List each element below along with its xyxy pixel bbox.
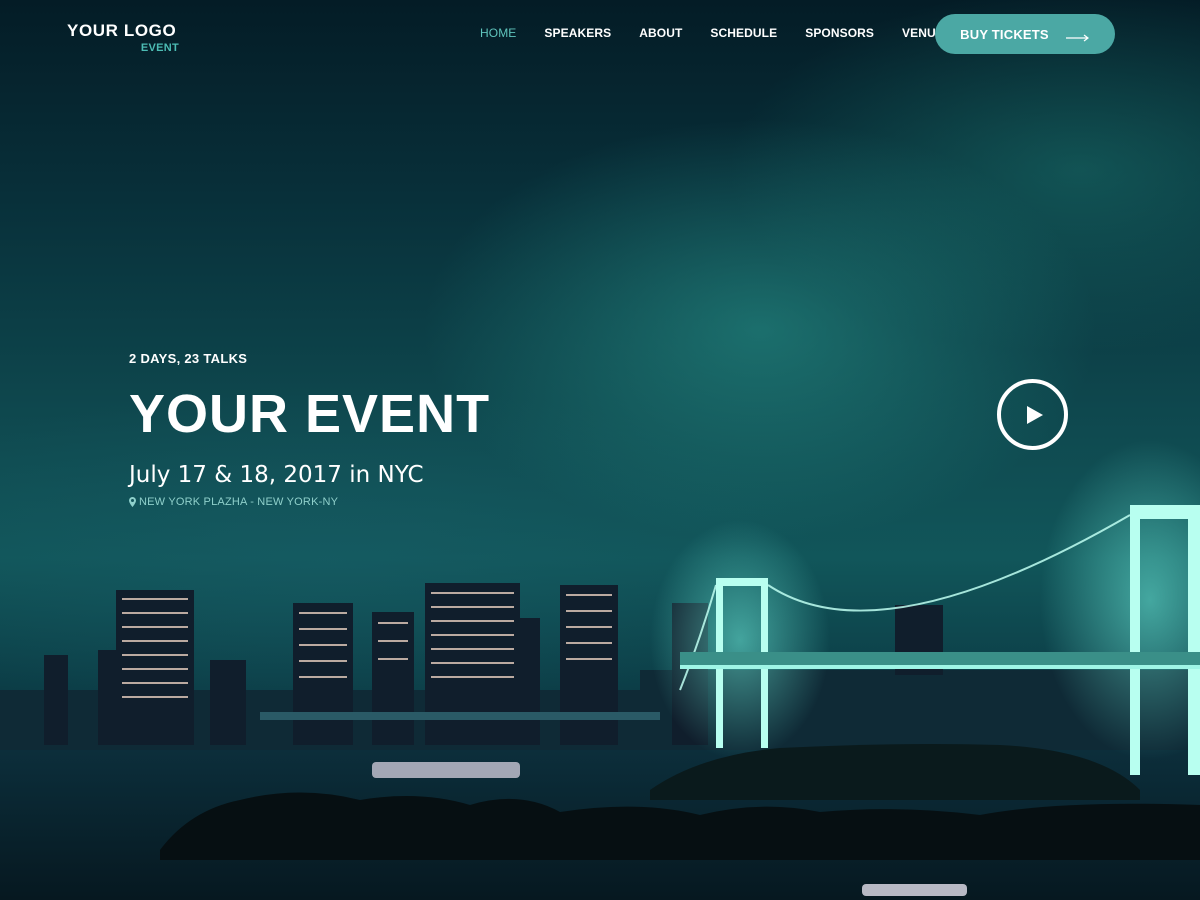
hero-venue-label: NEW YORK PLAZHA - NEW YORK-NY [139, 496, 339, 508]
hero-title: YOUR EVENT [129, 384, 491, 444]
logo[interactable]: YOUR LOGO EVENT [67, 21, 179, 55]
logo-text: YOUR LOGO [67, 21, 177, 40]
buy-tickets-button[interactable]: BUY TICKETS [935, 14, 1115, 54]
hero-tagline: 2 DAYS, 23 TALKS [129, 351, 248, 366]
nav-item-about[interactable]: ABOUT [639, 26, 682, 40]
nav-item-speakers[interactable]: SPEAKERS [544, 26, 611, 40]
nav-item-sponsors[interactable]: SPONSORS [805, 26, 874, 40]
nav-item-schedule[interactable]: SCHEDULE [710, 26, 777, 40]
night-city-bridge-illustration [0, 440, 1200, 900]
logo-subtext: EVENT [140, 42, 179, 54]
buy-tickets-label: BUY TICKETS [960, 26, 1049, 42]
play-video-button[interactable] [997, 379, 1068, 450]
hero-date: July 17 & 18, 2017 in NYC [129, 462, 424, 488]
hero-venue: NEW YORK PLAZHA - NEW YORK-NY [129, 496, 338, 508]
main-nav: HOME SPEAKERS ABOUT SCHEDULE SPONSORS VE… [480, 26, 972, 40]
map-pin-icon [129, 497, 136, 507]
hero-background-image [0, 0, 1200, 900]
nav-item-home[interactable]: HOME [480, 26, 516, 40]
arrow-right-icon [1065, 30, 1090, 42]
play-icon [1026, 405, 1043, 424]
